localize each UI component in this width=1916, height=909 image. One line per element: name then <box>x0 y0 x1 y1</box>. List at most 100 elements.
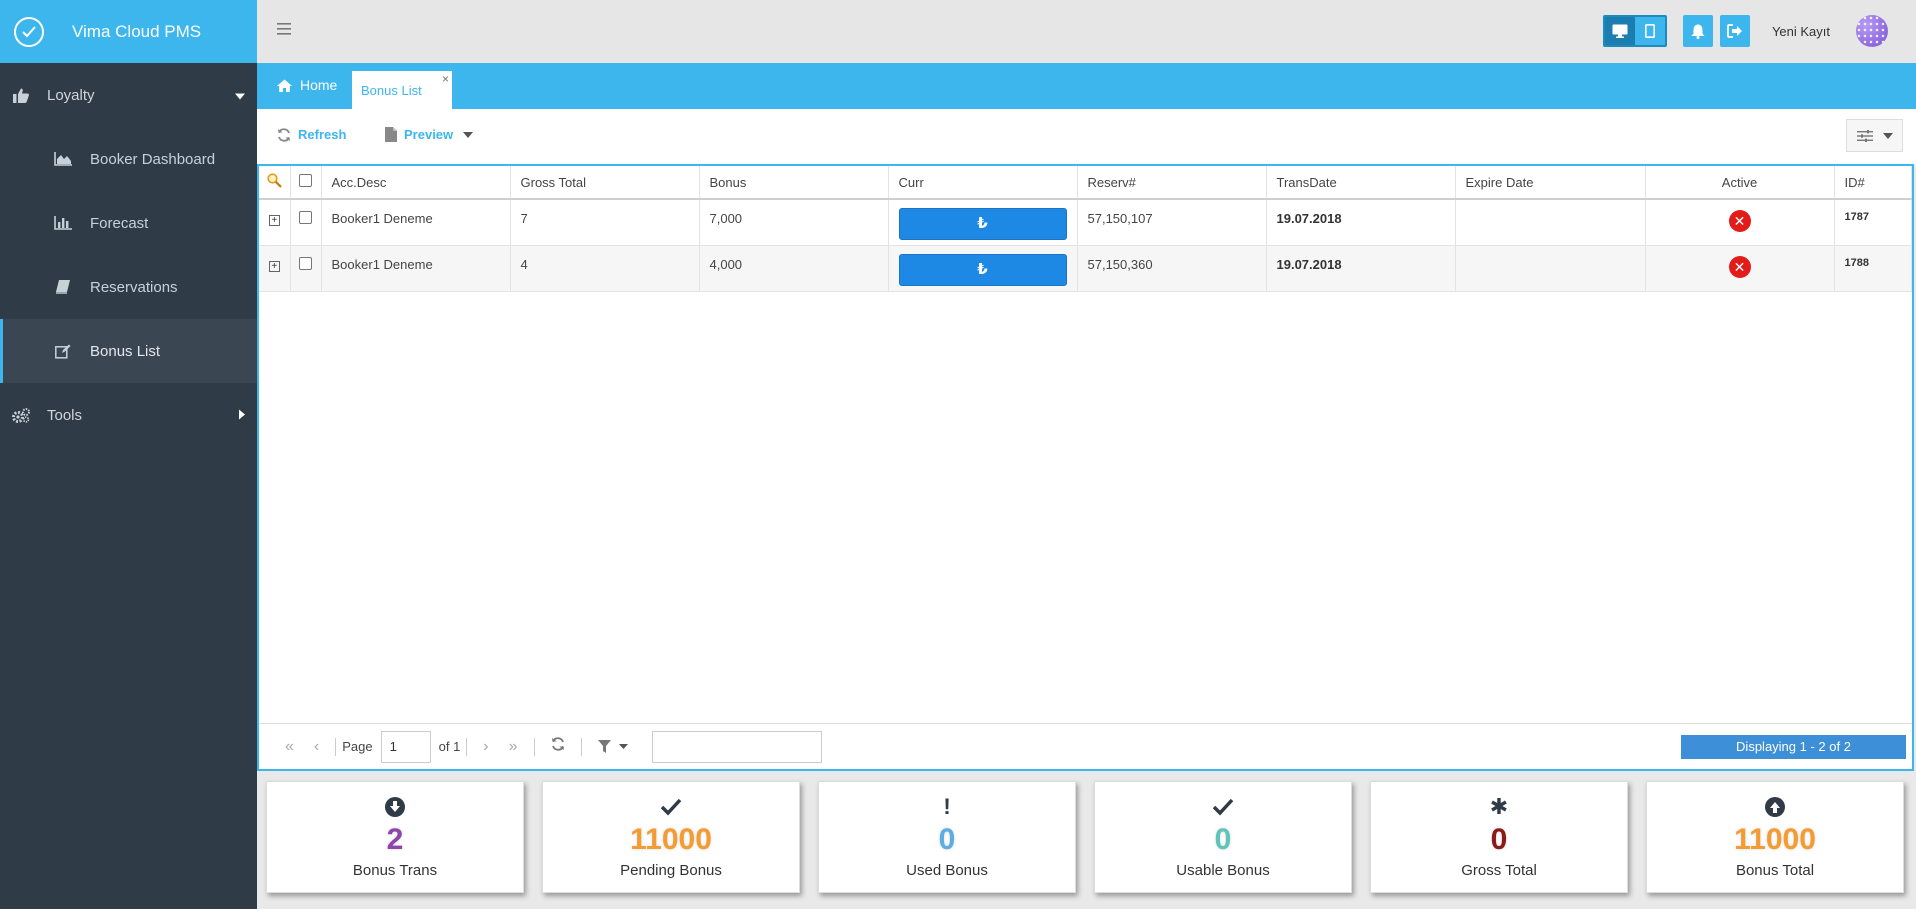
prev-page-icon[interactable]: ‹ <box>314 738 319 756</box>
avatar[interactable] <box>1856 15 1888 47</box>
currency-lira-button[interactable]: ₺ <box>898 253 1067 286</box>
book-icon <box>52 280 74 294</box>
sidebar-item-label: Booker Dashboard <box>90 150 216 168</box>
table-row[interactable]: + Booker1 Deneme 4 4,000 ₺ 57,150,360 19… <box>259 245 1912 292</box>
sidebar-item-booker-dashboard[interactable]: Booker Dashboard <box>0 127 257 191</box>
stat-card-gross-total: ✱ 0 Gross Total <box>1370 781 1628 893</box>
tab-home[interactable]: Home <box>277 77 337 93</box>
inactive-x-icon: ✕ <box>1728 210 1751 232</box>
sidebar-item-forecast[interactable]: Forecast <box>0 191 257 255</box>
reload-icon[interactable] <box>551 737 565 756</box>
pager-separator <box>466 737 468 756</box>
refresh-button[interactable]: Refresh <box>277 127 346 142</box>
row-checkbox[interactable] <box>299 256 312 270</box>
select-all-checkbox-header[interactable] <box>290 166 322 200</box>
topbar: Yeni Kayıt <box>257 0 1916 63</box>
toolbar: Refresh Preview <box>257 109 1916 165</box>
stat-label: Bonus Trans <box>352 862 438 879</box>
stat-card-bonus-total: 11000 Bonus Total <box>1646 781 1904 893</box>
row-checkbox-cell[interactable] <box>290 199 322 246</box>
sidebar-item-reservations[interactable]: Reservations <box>0 255 257 319</box>
grid-settings-button[interactable] <box>1846 119 1903 152</box>
expand-plus-icon[interactable]: + <box>268 215 280 226</box>
check-icon <box>1095 796 1351 818</box>
filter-icon[interactable] <box>597 740 628 753</box>
stat-value: 11000 <box>630 823 712 856</box>
sidebar-group-label: Loyalty <box>47 86 95 104</box>
column-header-active[interactable]: Active <box>1645 166 1835 200</box>
cell-reserv: 57,150,107 <box>1077 199 1267 246</box>
preview-label: Preview <box>404 127 454 142</box>
area-chart-icon <box>52 152 74 166</box>
hamburger-menu-icon[interactable] <box>277 22 291 38</box>
next-page-icon[interactable]: › <box>483 738 488 756</box>
currency-lira-button[interactable]: ₺ <box>898 208 1067 240</box>
tab-close-icon[interactable]: × <box>442 72 449 86</box>
row-checkbox[interactable] <box>299 211 312 224</box>
refresh-label: Refresh <box>298 127 347 142</box>
thumbs-up-icon <box>10 88 32 103</box>
sign-out-icon <box>1727 24 1742 38</box>
column-header-curr[interactable]: Curr <box>888 166 1078 200</box>
select-all-checkbox[interactable] <box>299 174 312 187</box>
tablet-icon <box>1644 24 1655 38</box>
column-header-bonus[interactable]: Bonus <box>699 166 889 200</box>
row-expand-cell[interactable]: + <box>259 199 291 246</box>
sidebar-group-loyalty[interactable]: Loyalty <box>0 63 257 127</box>
page-number-input[interactable]: 1 <box>380 730 431 763</box>
caret-right-icon <box>239 407 245 424</box>
cell-bonus: 7,000 <box>699 199 889 246</box>
caret-down-icon <box>1882 132 1893 139</box>
cell-trans-date: 19.07.2018 <box>1266 245 1456 292</box>
logout-button[interactable] <box>1719 15 1750 47</box>
user-name[interactable]: Yeni Kayıt <box>1772 24 1830 39</box>
tab-bar: Home Bonus List × <box>257 63 1916 109</box>
tab-bonus-list-label: Bonus List <box>361 83 422 98</box>
first-page-icon[interactable]: « <box>285 738 294 756</box>
tab-bonus-list[interactable]: Bonus List × <box>352 71 452 109</box>
search-icon <box>267 173 282 188</box>
expand-plus-icon[interactable]: + <box>268 260 280 272</box>
column-header-id[interactable]: ID# <box>1834 166 1912 200</box>
edit-icon <box>52 344 74 359</box>
pager-separator <box>533 737 535 756</box>
bonus-grid: Acc.Desc Gross Total Bonus Curr Reserv# … <box>257 164 1914 771</box>
asterisk-icon: ✱ <box>1489 794 1509 819</box>
stat-card-pending-bonus: 11000 Pending Bonus <box>542 781 800 893</box>
stat-value: 11000 <box>1734 823 1816 856</box>
column-header-expire-date[interactable]: Expire Date <box>1455 166 1646 200</box>
desktop-view-button[interactable] <box>1604 17 1635 45</box>
stat-card-bonus-trans: 2 Bonus Trans <box>266 781 524 893</box>
pager: « ‹ Page 1 of 1 › » Displaying 1 - 2 of … <box>259 723 1912 769</box>
cell-trans-date: 19.07.2018 <box>1266 199 1456 246</box>
row-expand-cell[interactable]: + <box>259 245 291 292</box>
filter-input[interactable] <box>651 730 822 763</box>
pager-separator <box>335 737 337 756</box>
sidebar-item-label: Forecast <box>90 214 149 232</box>
search-column-header[interactable] <box>259 166 291 200</box>
device-toggle <box>1602 15 1667 47</box>
cell-active: ✕ <box>1645 199 1835 246</box>
arrow-circle-down-icon <box>267 796 523 818</box>
stat-card-used-bonus: ! 0 Used Bonus <box>818 781 1076 893</box>
cell-bonus: 4,000 <box>699 245 889 292</box>
bonus-table: Acc.Desc Gross Total Bonus Curr Reserv# … <box>259 166 1912 292</box>
sliders-icon <box>1856 129 1873 142</box>
stat-label: Used Bonus <box>906 862 988 879</box>
last-page-icon[interactable]: » <box>509 738 518 756</box>
sidebar-group-tools[interactable]: Tools <box>0 383 257 447</box>
column-header-reserv[interactable]: Reserv# <box>1077 166 1267 200</box>
brand[interactable]: Vima Cloud PMS <box>0 0 257 63</box>
sidebar-item-bonus-list[interactable]: Bonus List <box>0 319 257 383</box>
column-header-acc-desc[interactable]: Acc.Desc <box>321 166 511 200</box>
tablet-view-button[interactable] <box>1634 17 1665 45</box>
column-header-trans-date[interactable]: TransDate <box>1266 166 1456 200</box>
column-header-gross-total[interactable]: Gross Total <box>510 166 700 200</box>
row-checkbox-cell[interactable] <box>290 245 322 292</box>
preview-button[interactable]: Preview <box>385 127 480 142</box>
table-row[interactable]: + Booker1 Deneme 7 7,000 ₺ 57,150,107 19… <box>259 199 1912 246</box>
cell-acc-desc: Booker1 Deneme <box>321 199 511 246</box>
notifications-button[interactable] <box>1682 15 1713 47</box>
cell-reserv: 57,150,360 <box>1077 245 1267 292</box>
bar-chart-icon <box>52 216 74 230</box>
